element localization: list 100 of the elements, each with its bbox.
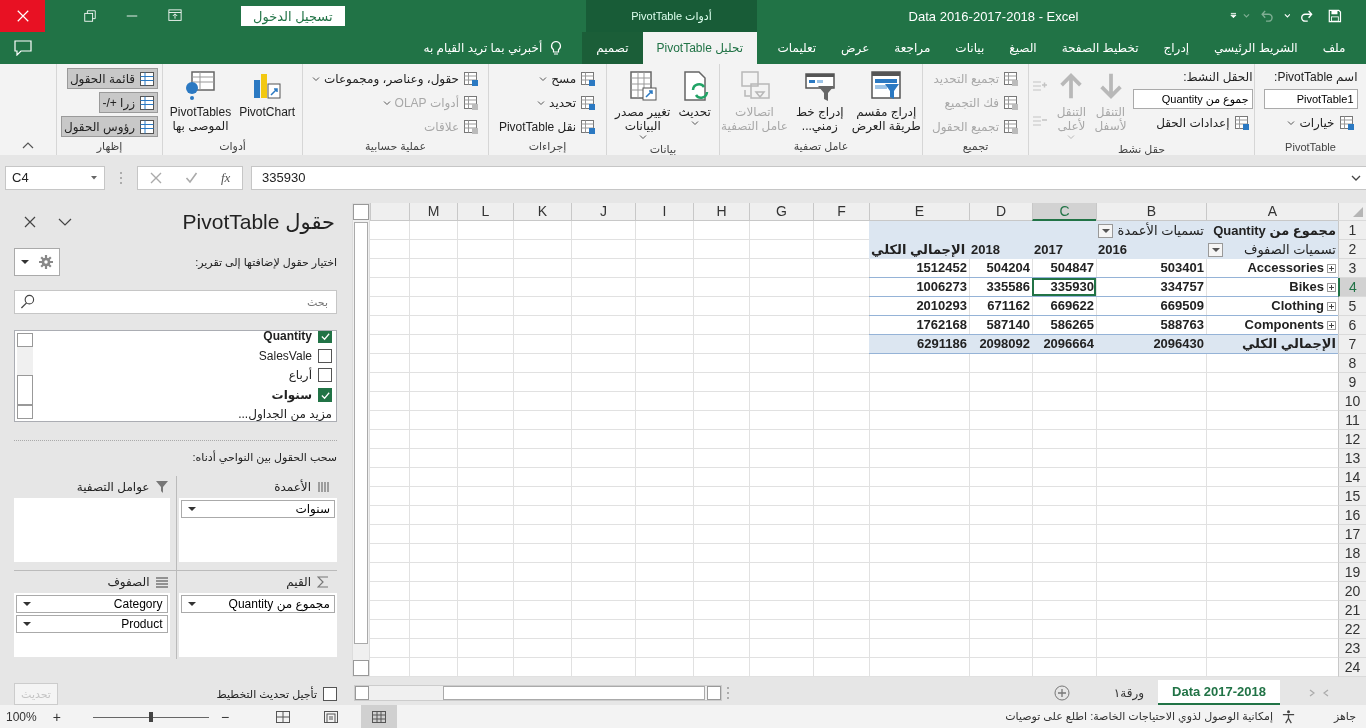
ribbon-tab[interactable]: الشريط الرئيسي <box>1208 32 1304 64</box>
ribbon-tab[interactable]: تخطيط الصفحة <box>1055 32 1145 64</box>
area-field[interactable]: سنوات <box>180 500 335 518</box>
expand-icon[interactable] <box>1351 173 1361 182</box>
expand-icon[interactable] <box>1327 320 1336 330</box>
zoom-level[interactable]: 100% <box>6 709 37 724</box>
column-header[interactable]: C <box>1032 203 1096 221</box>
zoom-out-button[interactable]: − <box>216 708 234 725</box>
row-header[interactable]: 17 <box>1338 525 1366 544</box>
row-header[interactable]: 22 <box>1338 620 1366 639</box>
caret-icon[interactable] <box>1283 12 1291 20</box>
sign-in-button[interactable]: تسجيل الدخول <box>241 6 345 26</box>
expand-icon[interactable] <box>1327 301 1336 311</box>
collapse-ribbon-icon[interactable] <box>22 141 34 149</box>
drop-area[interactable]: مجموع من Quantity <box>178 593 337 657</box>
sheet-tab[interactable]: Data 2017-2018 <box>1158 680 1280 705</box>
checkbox[interactable] <box>318 368 332 383</box>
settings-button[interactable] <box>14 248 60 277</box>
horizontal-scrollbar[interactable] <box>354 684 722 701</box>
row-header[interactable]: 8 <box>1338 354 1366 373</box>
ribbon-button[interactable]: تحديث <box>676 68 713 129</box>
row-header[interactable]: 21 <box>1338 601 1366 620</box>
normal-view-button[interactable] <box>361 705 398 728</box>
row-header[interactable]: 12 <box>1338 430 1366 449</box>
field-name[interactable]: سنوات <box>271 388 312 403</box>
ribbon-button[interactable]: إدراج خط زمني... <box>793 68 846 135</box>
input-field[interactable]: جموع من Quantity <box>1132 89 1253 109</box>
row-header[interactable]: 11 <box>1338 411 1366 430</box>
slider-thumb[interactable] <box>148 711 153 722</box>
column-header[interactable]: M <box>409 203 457 221</box>
column-header[interactable]: K <box>513 203 571 221</box>
ribbon-tab[interactable]: عرض <box>835 32 876 64</box>
ribbon-tab[interactable]: الصيغ <box>1003 32 1043 64</box>
row-header[interactable]: 4 <box>1338 278 1366 297</box>
zoom-slider[interactable] <box>92 710 209 723</box>
checkbox[interactable] <box>318 388 332 403</box>
ribbon-tab[interactable]: مراجعة <box>888 32 937 64</box>
column-header[interactable]: F <box>813 203 869 221</box>
column-header[interactable]: I <box>635 203 693 221</box>
column-header[interactable]: H <box>693 203 749 221</box>
toggle-button[interactable]: رؤوس الحقول <box>60 116 159 137</box>
toggle-button[interactable]: قائمة الحقول <box>66 68 159 89</box>
row-header[interactable]: 1 <box>1338 221 1366 240</box>
column-header[interactable]: D <box>969 203 1032 221</box>
expand-icon[interactable] <box>1327 282 1336 292</box>
zoom-in-button[interactable]: + <box>48 708 65 725</box>
restore-icon[interactable] <box>83 9 97 23</box>
area-field[interactable]: Product <box>16 615 168 633</box>
field-name[interactable]: SalesVale <box>258 348 312 363</box>
drop-area[interactable]: Category Product <box>14 593 170 657</box>
row-header[interactable]: 3 <box>1338 259 1366 278</box>
checkbox[interactable] <box>318 331 332 343</box>
customize-icon[interactable] <box>1230 12 1237 20</box>
column-header[interactable]: E <box>869 203 969 221</box>
vertical-scrollbar[interactable] <box>352 203 370 677</box>
grip-icon[interactable] <box>726 685 730 700</box>
ribbon-button[interactable]: تحديد <box>534 92 600 113</box>
ribbon-button[interactable]: حقول، وعناصر، ومجموعات <box>308 68 483 89</box>
row-header[interactable]: 24 <box>1338 658 1366 677</box>
search-field[interactable]: بحث <box>14 290 337 315</box>
drop-area[interactable]: سنوات <box>178 498 337 562</box>
row-header[interactable]: 19 <box>1338 563 1366 582</box>
row-header[interactable]: 15 <box>1338 487 1366 506</box>
accessibility-icon[interactable] <box>1280 709 1296 724</box>
field-name[interactable]: Quantity <box>263 331 312 343</box>
area-field[interactable]: Category <box>16 595 168 613</box>
name-box[interactable]: C4 <box>5 165 105 190</box>
insert-function-button[interactable]: fx <box>221 169 231 186</box>
ribbon-tab[interactable]: بيانات <box>949 32 991 64</box>
more-tables-link[interactable]: مزيد من الجداول... <box>35 407 332 421</box>
comment-icon[interactable] <box>14 40 32 56</box>
area-field[interactable]: مجموع من Quantity <box>180 595 335 613</box>
accessibility-status[interactable]: إمكانية الوصول لذوي الاحتياجات الخاصة: اطلع على توصيات <box>1005 710 1273 723</box>
row-header[interactable]: 13 <box>1338 449 1366 468</box>
row-header[interactable]: 16 <box>1338 506 1366 525</box>
ribbon-button[interactable]: نقل PivotTable <box>495 116 600 137</box>
save-icon[interactable] <box>1328 8 1342 24</box>
ribbon-button[interactable]: إدراج مقسم طريقة العرض <box>849 68 923 135</box>
checkbox[interactable] <box>318 348 332 363</box>
redo-icon[interactable] <box>1300 8 1315 24</box>
field-name[interactable]: أرباع <box>288 368 312 383</box>
row-header[interactable]: 10 <box>1338 392 1366 411</box>
expand-icon[interactable] <box>1327 263 1336 273</box>
column-header[interactable]: B <box>1096 203 1206 221</box>
vertical-scrollbar[interactable] <box>17 333 33 419</box>
checkbox[interactable] <box>323 687 337 701</box>
column-header[interactable]: G <box>749 203 813 221</box>
ribbon-button[interactable]: خيارات <box>1284 112 1358 133</box>
ribbon-tab[interactable]: إدراج <box>1157 32 1196 64</box>
row-header[interactable]: 6 <box>1338 316 1366 335</box>
ribbon-tab[interactable]: تعليمات <box>771 32 823 64</box>
column-header[interactable]: A <box>1206 203 1338 221</box>
row-header[interactable]: 2 <box>1338 240 1366 259</box>
ribbon-button[interactable]: إعدادات الحقل <box>1153 112 1253 133</box>
row-header[interactable]: 7 <box>1338 335 1366 354</box>
input-field[interactable]: PivotTable1 <box>1263 89 1358 109</box>
formula-field[interactable]: 335930 <box>251 165 1366 190</box>
ribbon-tab[interactable]: تحليل PivotTable <box>642 32 757 64</box>
row-header[interactable]: 14 <box>1338 468 1366 487</box>
row-header[interactable]: 9 <box>1338 373 1366 392</box>
